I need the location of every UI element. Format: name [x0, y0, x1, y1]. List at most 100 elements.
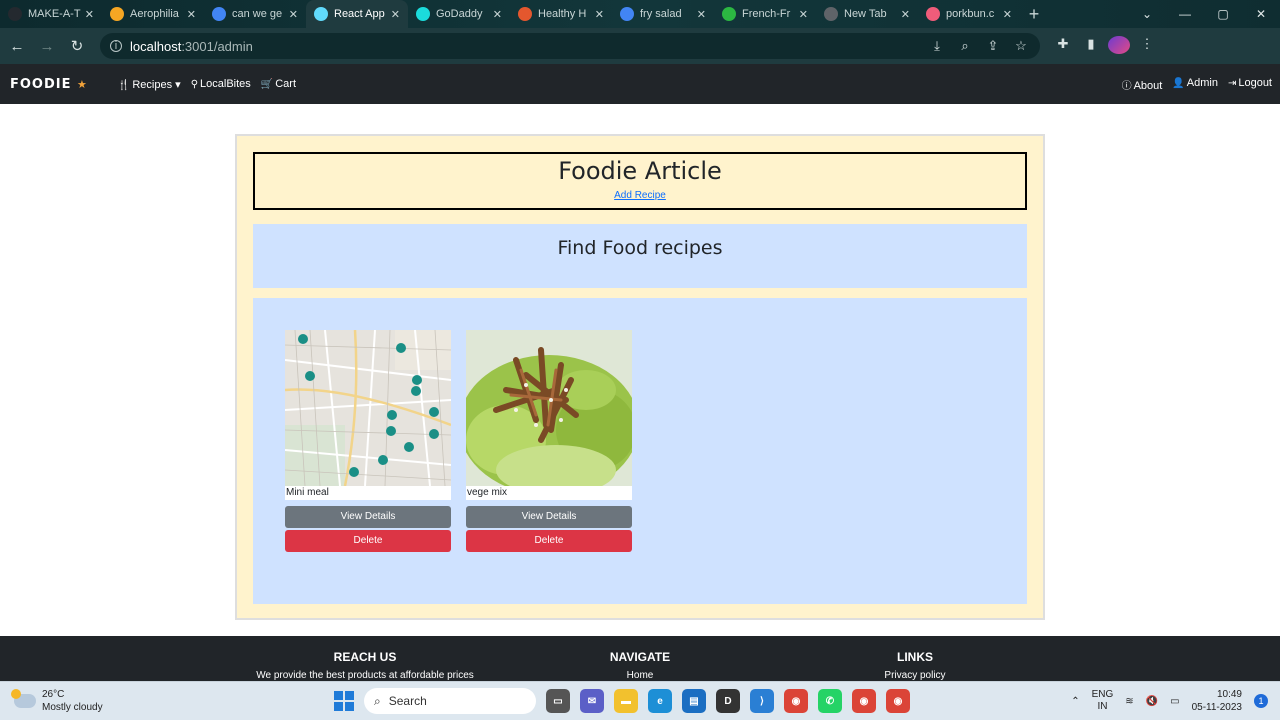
recipe-card: Mini meal View Details Delete [285, 330, 451, 554]
browser-tab[interactable]: MAKE-A-T ✕ [0, 0, 102, 28]
footer-reach-title: REACH US [333, 650, 397, 664]
minimize-icon[interactable]: — [1166, 7, 1204, 21]
delete-button[interactable]: Delete [285, 530, 451, 552]
volume-muted-icon[interactable]: 🔇 [1146, 696, 1158, 707]
footer-privacy-link[interactable]: Privacy policy [855, 670, 975, 681]
nav-admin-label: Admin [1186, 76, 1218, 89]
view-details-button[interactable]: View Details [466, 506, 632, 528]
nav-cart-label: Cart [275, 77, 297, 90]
chrome-profile-icon[interactable]: ◉ [852, 689, 876, 713]
close-window-icon[interactable]: ✕ [1242, 7, 1280, 21]
close-tab-icon[interactable]: ✕ [799, 8, 808, 21]
chrome-profile-2-icon[interactable]: ◉ [886, 689, 910, 713]
browser-toolbar: ← → ↻ i localhost:3001/admin ⤓ ⌕ ⇪ ☆ ✚ ▮… [0, 28, 1280, 64]
zoom-icon[interactable]: ⌕ [954, 38, 976, 54]
new-tab-icon[interactable]: + [1020, 4, 1048, 25]
file-explorer-icon[interactable]: ▬ [614, 689, 638, 713]
browser-tab[interactable]: fry salad ✕ [612, 0, 714, 28]
bookmark-star-icon[interactable]: ☆ [1010, 38, 1032, 54]
close-tab-icon[interactable]: ✕ [391, 8, 400, 21]
notification-badge[interactable]: 1 [1254, 694, 1268, 708]
site-info-icon[interactable]: i [110, 40, 122, 52]
close-tab-icon[interactable]: ✕ [493, 8, 502, 21]
url-host: localhost [130, 38, 182, 54]
whatsapp-icon[interactable]: ✆ [818, 689, 842, 713]
nav-admin[interactable]: 👤 Admin [1172, 77, 1218, 92]
profile-avatar[interactable] [1108, 35, 1130, 57]
nav-recipes-label: Recipes [132, 78, 173, 91]
tab-favicon-icon [926, 7, 940, 21]
url-path: :3001/admin [181, 38, 253, 54]
extensions-icon[interactable]: ✚ [1052, 36, 1074, 57]
close-tab-icon[interactable]: ✕ [697, 8, 706, 21]
recipe-card: vege mix View Details Delete [466, 330, 632, 554]
user-icon: 👤 [1172, 77, 1185, 89]
add-recipe-link[interactable]: Add Recipe [614, 190, 666, 201]
back-icon[interactable]: ← [4, 38, 30, 55]
install-icon[interactable]: ⤓ [926, 38, 948, 54]
windows-taskbar: 26°C Mostly cloudy ⌕ Search ▭ ✉ ▬ e ▤ D … [0, 681, 1280, 720]
browser-tab[interactable]: can we ge ✕ [204, 0, 306, 28]
clock[interactable]: 10:49 05-11-2023 [1192, 688, 1242, 714]
forward-icon[interactable]: → [34, 38, 60, 55]
tab-title: Aerophilia [130, 8, 179, 20]
chevron-down-icon[interactable]: ⌄ [1128, 7, 1166, 21]
site-footer: REACH US We provide the best products at… [0, 636, 1280, 681]
maximize-icon[interactable]: ▢ [1204, 7, 1242, 21]
view-details-button[interactable]: View Details [285, 506, 451, 528]
browser-tab[interactable]: GoDaddy ✕ [408, 0, 510, 28]
nav-recipes-dropdown[interactable]: 🍴 Recipes ▾ [118, 78, 181, 91]
browser-tab[interactable]: French-Fr ✕ [714, 0, 816, 28]
footer-reach-us: REACH US We provide the best products at… [255, 650, 475, 681]
reload-icon[interactable]: ↻ [64, 37, 90, 55]
map-pin-icon: ⚲ [190, 78, 199, 90]
search-icon: ⌕ [374, 693, 381, 708]
weather-widget[interactable]: 26°C Mostly cloudy [11, 688, 103, 714]
address-bar[interactable]: i localhost:3001/admin ⤓ ⌕ ⇪ ☆ [100, 33, 1040, 59]
store-icon[interactable]: ▤ [682, 689, 706, 713]
taskbar-search[interactable]: ⌕ Search [364, 688, 536, 714]
tab-title: GoDaddy [436, 8, 483, 20]
task-view-icon[interactable]: ▭ [546, 689, 570, 713]
footer-home-link[interactable]: Home [580, 670, 700, 681]
nav-localbites[interactable]: ⚲ LocalBites [191, 78, 251, 91]
browser-tab[interactable]: React App ✕ [306, 0, 408, 28]
tab-favicon-icon [824, 7, 838, 21]
share-icon[interactable]: ⇪ [982, 38, 1004, 54]
tab-favicon-icon [722, 7, 736, 21]
brand-logo[interactable]: FOODIE ★ [10, 77, 88, 92]
admin-container: Foodie Article Add Recipe Find Food reci… [235, 134, 1045, 620]
start-button[interactable] [334, 691, 354, 711]
dell-icon[interactable]: D [716, 689, 740, 713]
recipe-name: vege mix [466, 486, 632, 500]
side-panel-icon[interactable]: ▮ [1080, 36, 1102, 57]
browser-tab[interactable]: Aerophilia ✕ [102, 0, 204, 28]
edge-icon[interactable]: e [648, 689, 672, 713]
close-tab-icon[interactable]: ✕ [595, 8, 604, 21]
delete-button[interactable]: Delete [466, 530, 632, 552]
menu-kebab-icon[interactable]: ⋮ [1136, 36, 1158, 57]
clock-time: 10:49 [1216, 689, 1242, 700]
nav-about[interactable]: ⓘ About [1122, 77, 1163, 92]
browser-tab[interactable]: porkbun.c ✕ [918, 0, 1020, 28]
close-tab-icon[interactable]: ✕ [289, 8, 298, 21]
battery-icon[interactable]: ▭ [1170, 696, 1179, 707]
nav-cart[interactable]: 🛒 Cart [261, 78, 296, 91]
vscode-icon[interactable]: ⟩ [750, 689, 774, 713]
nav-logout[interactable]: ⇥ Logout [1228, 77, 1272, 92]
browser-tab[interactable]: Healthy H ✕ [510, 0, 612, 28]
find-recipes-banner: Find Food recipes [253, 224, 1027, 288]
browser-tab[interactable]: New Tab ✕ [816, 0, 918, 28]
close-tab-icon[interactable]: ✕ [1003, 8, 1012, 21]
weather-temperature: 26°C [42, 689, 65, 700]
chrome-icon[interactable]: ◉ [784, 689, 808, 713]
language-indicator[interactable]: ENG IN [1092, 689, 1114, 713]
tray-overflow-icon[interactable]: ⌃ [1071, 696, 1079, 707]
close-tab-icon[interactable]: ✕ [901, 8, 910, 21]
tab-favicon-icon [8, 7, 22, 21]
close-tab-icon[interactable]: ✕ [187, 8, 196, 21]
wifi-icon[interactable]: ≋ [1125, 696, 1133, 707]
footer-navigate-title: NAVIGATE [609, 650, 671, 664]
chat-icon[interactable]: ✉ [580, 689, 604, 713]
close-tab-icon[interactable]: ✕ [85, 8, 94, 21]
